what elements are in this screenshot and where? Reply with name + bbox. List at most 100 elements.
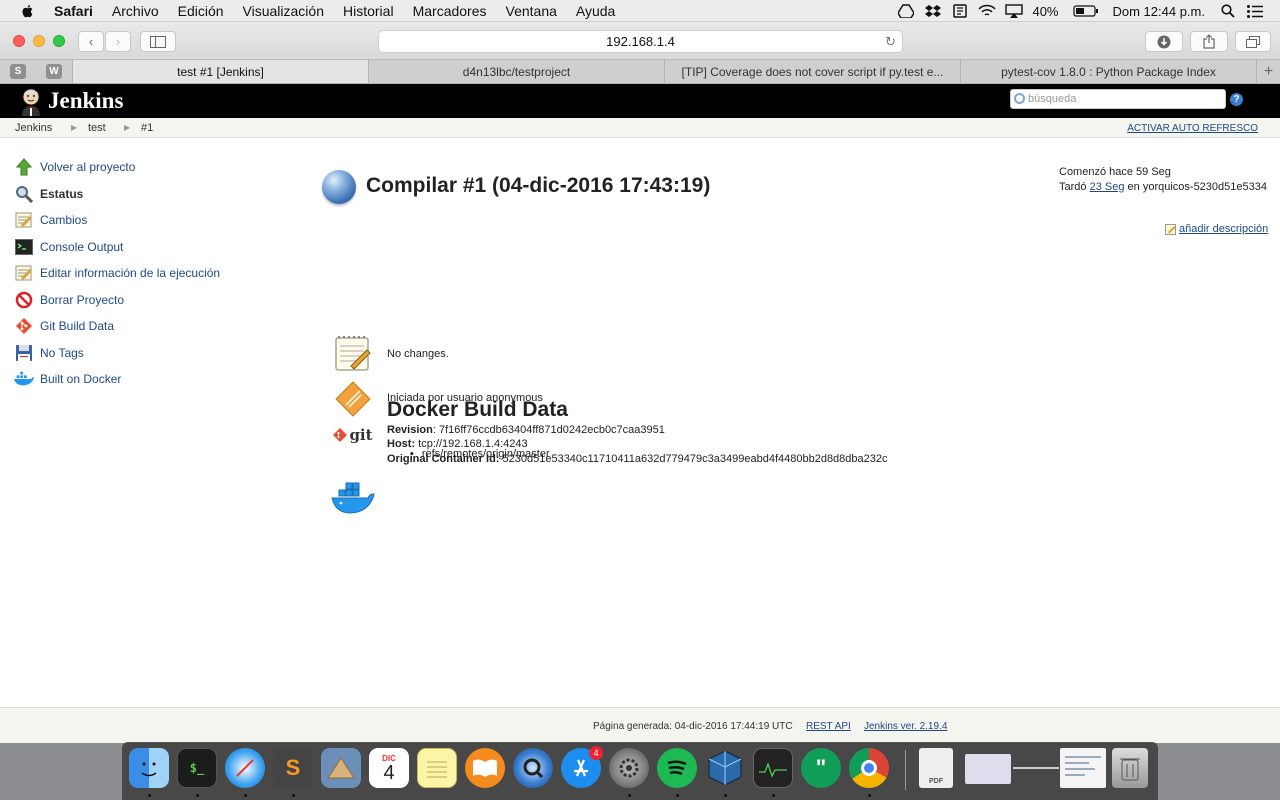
minimize-window-button[interactable]: [33, 35, 45, 47]
calendar-app-icon[interactable]: DIC 4: [369, 748, 409, 788]
minimized-window-thumbnail[interactable]: [1060, 748, 1106, 788]
menu-marcadores[interactable]: Marcadores: [413, 3, 487, 19]
menu-visualizacion[interactable]: Visualización: [243, 3, 324, 19]
menu-ayuda[interactable]: Ayuda: [576, 3, 615, 19]
back-button[interactable]: ‹: [78, 31, 104, 52]
help-icon[interactable]: ?: [1230, 93, 1243, 106]
build-duration-link[interactable]: 23 Seg: [1090, 181, 1125, 193]
pinned-tab-s[interactable]: S: [0, 60, 36, 83]
rest-api-link[interactable]: REST API: [806, 721, 851, 732]
forward-button[interactable]: ›: [105, 31, 131, 52]
new-tab-button[interactable]: +: [1256, 60, 1280, 83]
menu-archivo[interactable]: Archivo: [112, 3, 159, 19]
sidebar-item-git-build-data[interactable]: Git Build Data: [14, 313, 274, 340]
jenkins-butler-logo[interactable]: [16, 86, 46, 116]
minimized-window-thumbnail[interactable]: [1013, 748, 1059, 788]
app-store-badge: 4: [589, 746, 603, 760]
spotify-app-icon[interactable]: [657, 748, 697, 788]
evernote-box-icon[interactable]: [951, 4, 969, 18]
wifi-icon[interactable]: [978, 4, 997, 18]
running-indicator: [772, 794, 775, 797]
breadcrumb-separator-icon: ▶: [124, 123, 131, 132]
notification-center-icon[interactable]: [1246, 4, 1264, 18]
reload-icon[interactable]: ↻: [885, 34, 896, 50]
sidebar-item-delete-project[interactable]: Borrar Proyecto: [14, 287, 274, 314]
sublime-text-icon[interactable]: S: [273, 748, 313, 788]
running-indicator: [196, 794, 199, 797]
jenkins-title[interactable]: Jenkins: [48, 88, 123, 114]
search-input[interactable]: búsqueda: [1010, 89, 1226, 109]
url-text: 192.168.1.4: [606, 34, 675, 49]
running-indicator: [628, 794, 631, 797]
ibooks-app-icon[interactable]: [465, 748, 505, 788]
floppy-icon: [14, 343, 34, 363]
build-timing: Comenzó hace 59 Seg Tardó 23 Seg en yorq…: [1059, 165, 1267, 195]
menu-ventana[interactable]: Ventana: [506, 3, 557, 19]
sidebar-icon: [150, 35, 166, 48]
sidebar-item-edit-build-info[interactable]: Editar información de la ejecución: [14, 260, 274, 287]
git-logo-text: git: [349, 426, 373, 444]
menu-historial[interactable]: Historial: [343, 3, 394, 19]
docker-icon: [14, 369, 34, 389]
no-entry-icon: [14, 290, 34, 310]
close-window-button[interactable]: [13, 35, 25, 47]
pinned-tab-w[interactable]: W: [36, 60, 72, 83]
breadcrumb-build[interactable]: #1: [141, 122, 153, 134]
hangouts-app-icon[interactable]: ": [801, 748, 841, 788]
running-indicator: [244, 794, 247, 797]
sidebar-item-back-to-project[interactable]: Volver al proyecto: [14, 154, 274, 181]
drive-icon[interactable]: [897, 4, 915, 18]
git-logo-icon: git: [332, 418, 374, 460]
downloads-button[interactable]: [1145, 31, 1183, 52]
airplay-icon[interactable]: [1005, 4, 1024, 18]
spotlight-icon[interactable]: [1219, 4, 1237, 18]
zoom-window-button[interactable]: [53, 35, 65, 47]
build-status-ball-icon: [322, 170, 356, 204]
minimized-window-thumbnail[interactable]: [965, 754, 1011, 784]
chevron-left-icon: ‹: [88, 34, 94, 49]
tab-jenkins[interactable]: test #1 [Jenkins]: [72, 60, 368, 83]
notes-app-icon[interactable]: [417, 748, 457, 788]
tab-coverage-tip[interactable]: [TIP] Coverage does not cover script if …: [664, 60, 960, 83]
sidebar-item-status[interactable]: Estatus: [14, 181, 274, 208]
chrome-app-icon[interactable]: [849, 748, 889, 788]
preview-pdf-icon[interactable]: PDF: [919, 748, 953, 788]
breadcrumb-test[interactable]: test: [88, 122, 106, 134]
system-preferences-icon[interactable]: [609, 748, 649, 788]
quicktime-app-icon[interactable]: [513, 748, 553, 788]
safari-app-icon[interactable]: [225, 748, 265, 788]
tabs-icon: [1246, 35, 1260, 48]
virtualbox-app-icon[interactable]: [705, 748, 745, 788]
dropbox-icon[interactable]: [924, 4, 942, 18]
breadcrumb: Jenkins ▶ test ▶ #1 ACTIVAR AUTO REFRESC…: [0, 118, 1280, 138]
running-indicator: [292, 794, 295, 797]
clock[interactable]: Dom 12:44 p.m.: [1113, 4, 1206, 19]
mail-app-icon[interactable]: [321, 748, 361, 788]
tab-testproject[interactable]: d4n13lbc/testproject: [368, 60, 664, 83]
sidebar-item-changes[interactable]: Cambios: [14, 207, 274, 234]
share-button[interactable]: [1190, 31, 1228, 52]
enable-auto-refresh-link[interactable]: ACTIVAR AUTO REFRESCO: [1127, 123, 1258, 134]
address-bar[interactable]: 192.168.1.4 ↻: [378, 30, 903, 53]
calendar-day: 4: [383, 761, 395, 784]
running-indicator: [676, 794, 679, 797]
trash-icon[interactable]: [1112, 748, 1148, 788]
menu-app-safari[interactable]: Safari: [54, 3, 93, 19]
activity-monitor-icon[interactable]: [753, 748, 793, 788]
menu-edicion[interactable]: Edición: [178, 3, 224, 19]
terminal-app-icon[interactable]: $_: [177, 748, 217, 788]
docker-host-value: tcp://192.168.1.4:4243: [418, 438, 528, 450]
apple-icon[interactable]: [20, 3, 36, 19]
breadcrumb-jenkins[interactable]: Jenkins: [15, 122, 52, 134]
sidebar-item-no-tags[interactable]: No Tags: [14, 340, 274, 367]
user-cause-icon: [332, 378, 374, 420]
sidebar-item-console-output[interactable]: Console Output: [14, 234, 274, 261]
jenkins-version-link[interactable]: Jenkins ver. 2.19.4: [864, 721, 947, 732]
battery-icon[interactable]: [1072, 4, 1099, 18]
tab-pytest-cov[interactable]: pytest-cov 1.8.0 : Python Package Index: [960, 60, 1256, 83]
sidebar-toggle-button[interactable]: [140, 31, 176, 52]
add-description-link[interactable]: añadir descripción: [1165, 223, 1268, 235]
finder-icon[interactable]: [129, 748, 169, 788]
tab-overview-button[interactable]: [1235, 31, 1271, 52]
sidebar-item-built-on-docker[interactable]: Built on Docker: [14, 366, 274, 393]
